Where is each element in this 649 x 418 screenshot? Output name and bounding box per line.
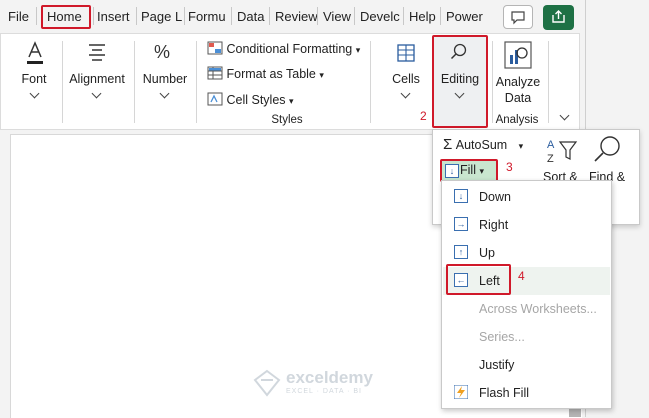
step-marker-3: 3	[506, 160, 513, 174]
comment-icon	[511, 11, 525, 25]
format-as-table-label: Format as Table	[226, 67, 316, 81]
tab-divider	[440, 7, 441, 25]
menu-item-label: Left	[479, 274, 500, 288]
exceldemy-logo-icon	[253, 369, 281, 397]
share-button[interactable]	[543, 5, 574, 30]
tab-divider	[184, 7, 185, 25]
sigma-icon: Σ	[443, 136, 453, 153]
tab-divider	[93, 7, 94, 25]
tab-divider	[136, 7, 137, 25]
fill-up-item[interactable]: ↑ Up	[449, 239, 611, 267]
fill-left-icon: ←	[454, 273, 468, 287]
comments-button[interactable]	[503, 5, 533, 29]
share-icon	[552, 10, 565, 23]
analyze-data-icon	[504, 41, 532, 69]
menu-item-label: Right	[479, 218, 509, 232]
tab-divider	[403, 7, 404, 25]
font-icon	[27, 41, 43, 64]
analyze-data-label-line1: Analyze	[495, 75, 541, 89]
fill-justify-item[interactable]: Justify	[449, 351, 611, 379]
fill-left-item[interactable]: ← Left	[449, 267, 611, 295]
dropdown-caret-icon: ▾	[289, 96, 294, 106]
fill-across-worksheets-item[interactable]: Across Worksheets...	[449, 295, 611, 323]
svg-text:Z: Z	[547, 153, 554, 165]
flash-fill-item[interactable]: Flash Fill	[449, 379, 611, 407]
fill-down-item[interactable]: ↓ Down	[449, 183, 611, 211]
fill-label: Fill ▾	[460, 163, 484, 177]
fill-down-icon: ↓	[445, 164, 459, 178]
tab-file[interactable]: File	[8, 6, 29, 28]
tab-divider	[269, 7, 270, 25]
fill-up-icon: ↑	[454, 245, 468, 259]
menu-item-label: Up	[479, 246, 495, 260]
ribbon-divider	[62, 41, 63, 123]
tab-help[interactable]: Help	[409, 6, 436, 28]
alignment-group-button[interactable]: Alignment	[66, 72, 128, 86]
autosum-label: AutoSum	[455, 138, 508, 152]
tab-divider	[354, 7, 355, 25]
fill-right-icon: →	[454, 217, 468, 231]
fill-series-item[interactable]: Series...	[449, 323, 611, 351]
styles-group-label: Styles	[271, 114, 303, 126]
cell-styles-button[interactable]: Cell Styles ▾	[207, 90, 294, 110]
find-select-icon	[594, 136, 620, 162]
cells-icon	[397, 44, 415, 62]
conditional-formatting-button[interactable]: Conditional Formatting ▾	[207, 39, 360, 59]
cell-styles-icon	[207, 92, 223, 106]
font-group-button[interactable]: Font	[14, 72, 54, 86]
svg-text:A: A	[547, 139, 555, 151]
watermark-name: exceldemy	[286, 368, 373, 387]
menu-item-label: Flash Fill	[479, 386, 530, 400]
tab-view[interactable]: View	[323, 6, 351, 28]
fill-down-icon: ↓	[454, 189, 468, 203]
tab-power[interactable]: Power	[446, 6, 483, 28]
watermark-tagline: EXCEL · DATA · BI	[286, 388, 362, 395]
percent-icon: %	[154, 42, 171, 62]
tab-developer[interactable]: Develc	[360, 6, 400, 28]
tab-data[interactable]: Data	[237, 6, 264, 28]
alignment-icon	[89, 44, 105, 61]
editing-label: Editing	[440, 72, 480, 86]
step-marker-2: 2	[420, 109, 427, 123]
ribbon-divider	[370, 41, 371, 123]
number-group-button[interactable]: Number	[140, 72, 190, 86]
dropdown-caret-icon: ▾	[518, 141, 524, 151]
menu-item-label: Series...	[479, 330, 525, 344]
menu-item-label: Justify	[479, 358, 515, 372]
home-tab-highlight	[41, 5, 91, 29]
tab-insert[interactable]: Insert	[97, 6, 130, 28]
flash-fill-icon	[454, 385, 468, 399]
ribbon-divider	[492, 41, 493, 123]
menu-item-label: Down	[479, 190, 511, 204]
dropdown-caret-icon: ▾	[355, 45, 361, 55]
cell-styles-label: Cell Styles	[226, 93, 286, 107]
tab-formulas[interactable]: Formu	[188, 6, 226, 28]
dropdown-caret-icon: ▾	[319, 70, 324, 80]
cells-group-button[interactable]: Cells	[386, 72, 426, 86]
search-icon	[450, 43, 467, 60]
tab-divider	[317, 7, 318, 25]
ribbon-divider	[548, 41, 549, 123]
fill-right-item[interactable]: → Right	[449, 211, 611, 239]
ribbon-divider	[196, 41, 197, 123]
analyze-data-button[interactable]: Analyze Data	[494, 36, 542, 108]
analyze-data-label-line2: Data	[504, 91, 532, 105]
tab-divider	[36, 7, 37, 25]
tab-page-layout[interactable]: Page L	[141, 6, 182, 28]
menu-item-label: Across Worksheets...	[479, 302, 597, 316]
format-as-table-icon	[207, 66, 223, 80]
format-as-table-button[interactable]: Format as Table ▾	[207, 64, 324, 84]
exceldemy-logo: exceldemy EXCEL · DATA · BI	[252, 368, 402, 404]
tab-review[interactable]: Review	[275, 6, 318, 28]
conditional-formatting-label: Conditional Formatting	[226, 42, 353, 56]
analysis-group-label: Analysis	[495, 114, 539, 126]
autosum-button[interactable]: Σ AutoSum ▾	[443, 136, 523, 154]
sort-filter-icon: A Z	[547, 139, 578, 165]
ribbon-divider	[134, 41, 135, 123]
tab-divider	[231, 7, 232, 25]
conditional-formatting-icon	[207, 41, 223, 55]
